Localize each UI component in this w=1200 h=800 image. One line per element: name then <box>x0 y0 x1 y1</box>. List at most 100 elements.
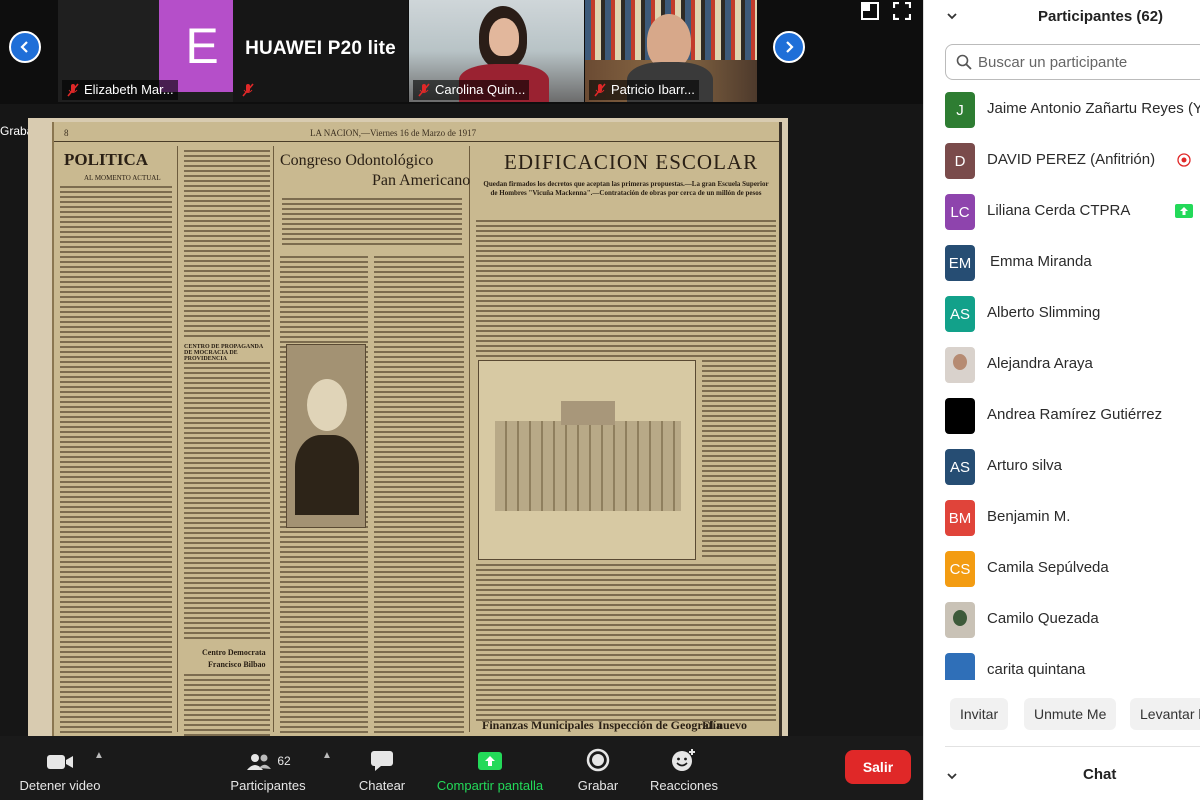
participant-avatar: EM <box>945 245 975 281</box>
participant-row[interactable]: LC Liliana Cerda CTPRA <box>924 190 1200 241</box>
invite-button[interactable]: Invitar <box>950 698 1009 730</box>
participant-avatar: LC <box>945 194 975 230</box>
divider <box>945 746 1200 747</box>
meeting-stage: E Elizabeth Mar... HUAWEI P20 lite Carol… <box>0 0 923 800</box>
reactions-button[interactable]: Reacciones <box>642 736 726 800</box>
article-text <box>184 150 270 340</box>
section-heading: Francisco Bilbao <box>208 660 266 669</box>
participant-name: Elizabeth Mar... <box>84 82 174 97</box>
participant-name: Benjamin M. <box>987 508 1071 525</box>
video-tile-carolina[interactable]: Carolina Quin... <box>409 0 584 102</box>
participant-row[interactable]: Camilo Quezada <box>924 598 1200 649</box>
unmute-me-button[interactable]: Unmute Me <box>1024 698 1117 730</box>
leave-meeting-button[interactable]: Salir <box>845 750 911 784</box>
muted-mic-icon <box>418 83 430 97</box>
chat-button[interactable]: Chatear <box>342 736 422 800</box>
participant-row[interactable]: AS Arturo silva <box>924 445 1200 496</box>
record-button[interactable]: Grabar <box>562 736 634 800</box>
article-text <box>374 256 464 736</box>
video-strip: E Elizabeth Mar... HUAWEI P20 lite Carol… <box>0 0 923 104</box>
footer-headline: Finanzas Municipales <box>482 718 594 732</box>
participants-count: 62 <box>277 754 291 768</box>
newspaper-page: 8 LA NACION,—Viernes 16 de Marzo de 1917… <box>52 122 782 736</box>
view-layout-icon[interactable] <box>861 2 879 20</box>
column-congreso: Congreso Odontológico Pan Americano <box>274 146 471 736</box>
participant-name: Camila Sepúlveda <box>987 559 1109 576</box>
stop-video-button[interactable]: Detener video <box>10 736 110 800</box>
participant-name: Alejandra Araya <box>987 355 1093 372</box>
building-facade <box>495 421 681 511</box>
article-text <box>184 362 270 642</box>
button-label: Reacciones <box>650 778 718 793</box>
participants-panel-header: Participantes (62) <box>924 0 1200 36</box>
recording-icon <box>1177 153 1191 167</box>
column-second: CENTRO DE PROPAGANDA DE MOCRACIA DE PROV… <box>178 146 274 736</box>
search-input[interactable] <box>978 53 1198 71</box>
participant-avatar: D <box>945 143 975 179</box>
participant-search-box[interactable] <box>945 44 1200 80</box>
participant-name: Emma Miranda <box>990 253 1092 270</box>
fullscreen-icon[interactable] <box>893 2 911 20</box>
view-controls <box>861 2 911 20</box>
portrait-image <box>286 344 366 528</box>
participant-avatar: AS <box>945 296 975 332</box>
participant-list: J Jaime Antonio Zañartu Reyes (Yo) D DAV… <box>924 88 1200 680</box>
participant-avatar: E <box>159 0 233 92</box>
portrait-body <box>295 435 359 515</box>
article-headline: EDIFICACION ESCOLAR <box>504 150 759 174</box>
chat-panel-header[interactable]: Chat <box>924 758 1200 794</box>
collapse-chevron-icon[interactable] <box>946 770 958 782</box>
video-camera-icon <box>47 755 73 769</box>
chat-title: Chat <box>1083 766 1117 783</box>
participant-avatar: CS <box>945 551 975 587</box>
participant-name: Camilo Quezada <box>987 610 1099 627</box>
video-tile-patricio[interactable]: Patricio Ibarr... <box>585 0 757 102</box>
participants-button[interactable]: 62 Participantes <box>218 736 318 800</box>
column-title: POLITICA <box>64 150 149 169</box>
participant-face <box>647 14 691 68</box>
video-options-chevron-icon[interactable]: ▲ <box>94 750 104 761</box>
video-tile-elizabeth[interactable]: E Elizabeth Mar... <box>58 0 233 102</box>
participant-photo-avatar <box>945 347 975 383</box>
share-screen-button[interactable]: Compartir pantalla <box>430 736 550 800</box>
muted-mic-icon <box>594 83 606 97</box>
participant-row[interactable]: D DAVID PEREZ (Anfitrión) <box>924 139 1200 190</box>
video-tile-huawei[interactable]: HUAWEI P20 lite <box>233 0 408 102</box>
page-number: 8 <box>64 128 69 138</box>
participant-photo-avatar <box>945 653 975 680</box>
participant-row[interactable]: Andrea Ramírez Gutiérrez <box>924 394 1200 445</box>
button-label: Compartir pantalla <box>436 778 544 793</box>
article-subheading: Quedan firmados los decretos que aceptan… <box>483 180 769 197</box>
column-edificacion: EDIFICACION ESCOLAR Quedan firmados los … <box>470 146 782 732</box>
collapse-chevron-icon[interactable] <box>946 10 958 22</box>
search-icon <box>956 54 972 70</box>
article-headline: Pan Americano <box>372 172 471 189</box>
participant-avatar <box>945 398 975 434</box>
participant-avatar: AS <box>945 449 975 485</box>
chat-bubble-icon <box>371 751 393 771</box>
participants-options-chevron-icon[interactable]: ▲ <box>322 750 332 761</box>
previous-page-arrow-icon[interactable] <box>9 31 41 63</box>
section-heading: CENTRO DE PROPAGANDA DE MOCRACIA DE PROV… <box>184 344 263 362</box>
muted-mic-icon <box>67 83 79 97</box>
participant-row[interactable]: EM Emma Miranda <box>924 241 1200 292</box>
raise-hand-button[interactable]: Levantar la <box>1130 698 1200 730</box>
participant-row[interactable]: CS Camila Sepúlveda <box>924 547 1200 598</box>
participant-row[interactable]: BM Benjamin M. <box>924 496 1200 547</box>
muted-mic-icon <box>242 83 254 97</box>
participant-name: Jaime Antonio Zañartu Reyes (Yo) <box>987 100 1200 117</box>
footer-headline: El nuevo Ministro de <box>702 718 761 736</box>
article-text <box>476 564 776 724</box>
participant-row[interactable]: Alejandra Araya <box>924 343 1200 394</box>
next-page-arrow-icon[interactable] <box>773 31 805 63</box>
article-text <box>60 186 172 736</box>
participant-avatar: BM <box>945 500 975 536</box>
article-text <box>184 674 270 736</box>
participant-photo-avatar <box>945 602 975 638</box>
participant-row[interactable]: AS Alberto Slimming <box>924 292 1200 343</box>
participant-row[interactable]: J Jaime Antonio Zañartu Reyes (Yo) <box>924 88 1200 139</box>
building-pediment <box>561 401 615 425</box>
article-text <box>476 220 776 360</box>
participant-row[interactable]: carita quintana <box>924 649 1200 680</box>
article-headline: Congreso Odontológico <box>280 152 434 169</box>
